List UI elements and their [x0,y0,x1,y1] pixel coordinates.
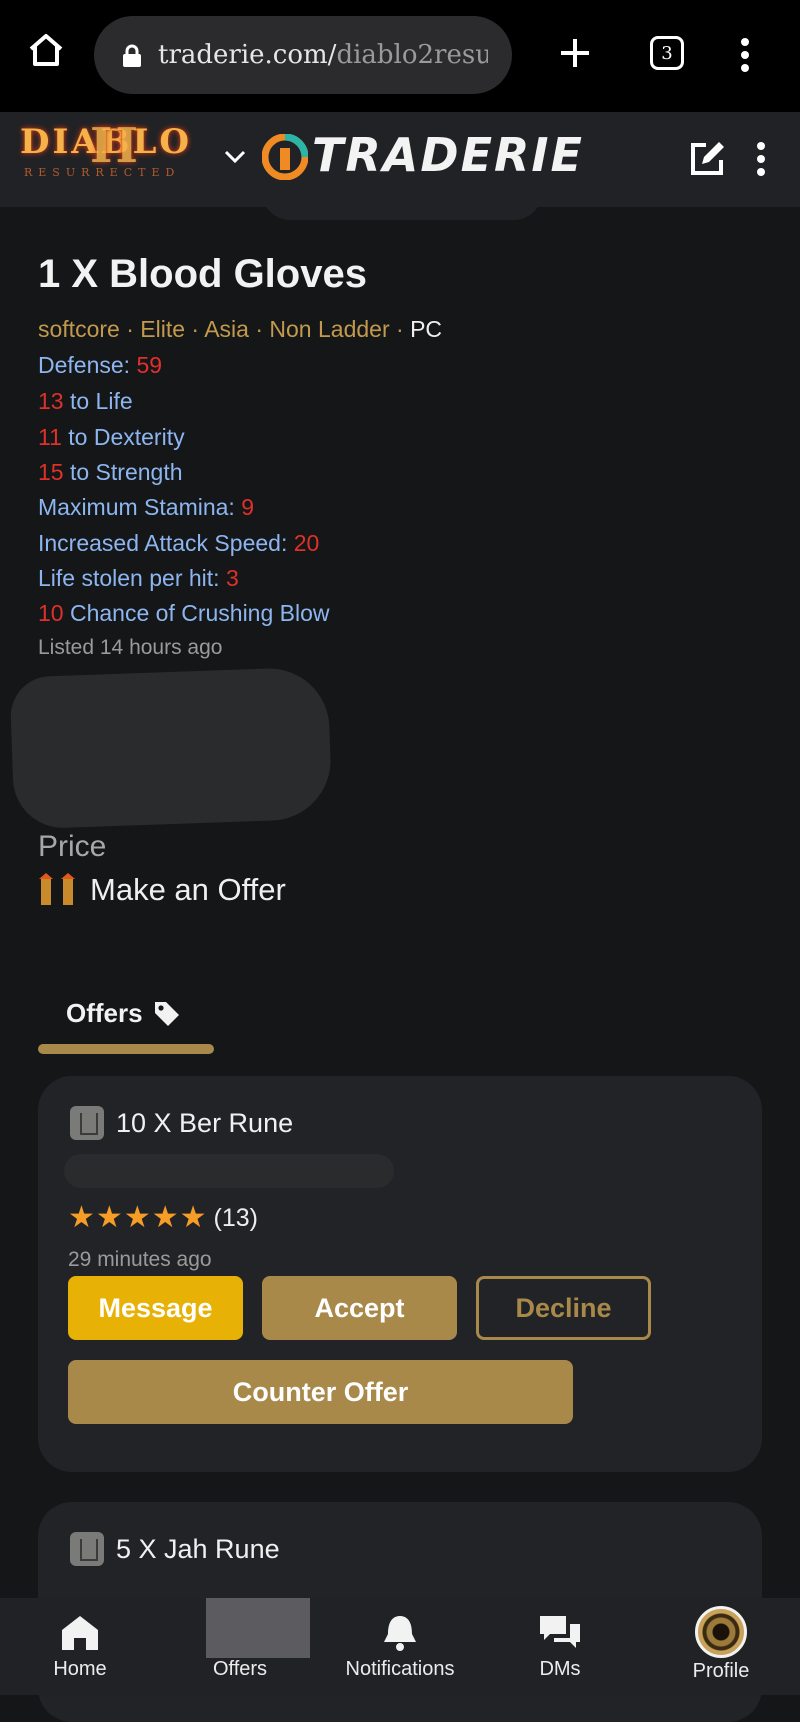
tab-offers[interactable]: Offers [66,998,181,1029]
price-label: Price [38,830,107,863]
listed-time: Listed 14 hours ago [38,636,223,659]
create-listing-icon[interactable] [688,140,726,178]
tab-switcher-button[interactable]: 3 [650,36,684,70]
redacted-seller-info [9,666,333,830]
price-value-row: Make an Offer [38,872,286,908]
avatar [695,1606,747,1658]
game-logo[interactable]: DIABLO II RESURRECTED [20,118,200,214]
tab-active-indicator [38,1044,214,1054]
star-icon: ★ [68,1201,95,1234]
tag-icon [153,1000,181,1028]
offer-item-name: 10 X Ber Rune [116,1107,294,1138]
tab-offers-label: Offers [66,998,143,1028]
jah-rune-icon [70,1532,104,1566]
decline-button[interactable]: Decline [476,1276,651,1340]
nav-offers[interactable]: Offers [170,1612,310,1681]
price-value: Make an Offer [90,872,286,907]
offer-item-row: 5 X Jah Rune [70,1532,280,1566]
brand-name[interactable]: TRADERIE [312,128,584,182]
browser-menu-icon[interactable] [740,38,750,72]
star-icon: ★ [151,1201,179,1234]
rating-count: (13) [213,1203,258,1232]
offers-icon [218,1612,262,1652]
prop-life-steal: Life stolen per hit: 3 [38,565,239,591]
prop-defense: Defense: 59 [38,352,163,378]
traderie-logo-icon [261,133,309,181]
counter-offer-button[interactable]: Counter Offer [68,1360,573,1424]
url-text: traderie.com/diablo2resurre [158,40,488,70]
game-selector-chevron-icon[interactable] [224,150,246,164]
prop-stamina: Maximum Stamina: 9 [38,494,255,520]
prop-life: 13 to Life [38,388,133,414]
home-icon[interactable] [28,32,64,68]
new-tab-icon[interactable] [558,36,592,70]
redacted-offer-user [64,1154,394,1188]
nav-notifications[interactable]: Notifications [330,1612,470,1681]
offer-item-name: 5 X Jah Rune [116,1533,280,1564]
rune-pillars-icon [38,873,78,907]
user-rating: ★ ★ ★ ★ ★ (13) [68,1203,258,1233]
star-icon: ★ [179,1201,207,1234]
offer-time: 29 minutes ago [68,1248,212,1271]
home-icon [58,1612,102,1652]
chat-bubbles-icon [538,1612,582,1652]
header-search-tab[interactable] [262,190,542,220]
app-menu-icon[interactable] [756,142,766,176]
prop-dexterity: 11 to Dexterity [38,424,185,450]
nav-profile[interactable]: Profile [651,1606,791,1683]
nav-home[interactable]: Home [10,1612,150,1681]
listing-title: 1 X Blood Gloves [38,252,367,296]
lock-icon [122,44,142,67]
address-bar[interactable]: traderie.com/diablo2resurre [94,16,512,94]
star-icon: ★ [95,1201,123,1234]
listing-meta: softcore · Elite · Asia · Non Ladder · P… [38,316,443,342]
nav-dms[interactable]: DMs [490,1612,630,1681]
logo-numeral: II [90,118,141,174]
prop-crushing-blow: 10 Chance of Crushing Blow [38,600,330,626]
message-button[interactable]: Message [68,1276,243,1340]
offer-item-row: 10 X Ber Rune [70,1106,293,1140]
bell-icon [378,1612,422,1652]
star-icon: ★ [123,1201,151,1234]
accept-button[interactable]: Accept [262,1276,457,1340]
tab-count: 3 [661,42,673,64]
prop-attack-speed: Increased Attack Speed: 20 [38,530,320,556]
prop-strength: 15 to Strength [38,459,183,485]
ber-rune-icon [70,1106,104,1140]
